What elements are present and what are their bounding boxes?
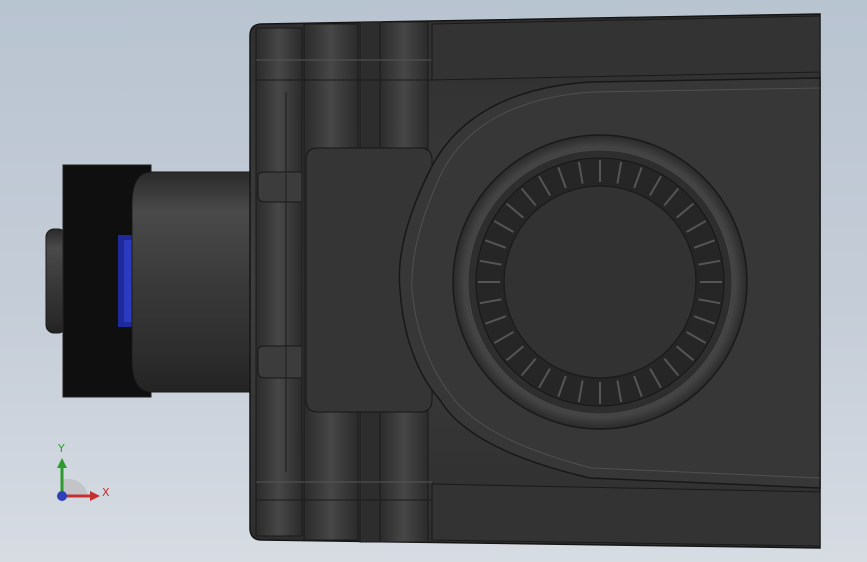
connector-plug[interactable] <box>45 164 261 398</box>
bearing-socket[interactable] <box>452 134 748 430</box>
triad-y-label: Y <box>58 442 65 455</box>
graphics-viewport[interactable]: Y X <box>0 0 867 562</box>
triad-x-label: X <box>102 486 110 499</box>
